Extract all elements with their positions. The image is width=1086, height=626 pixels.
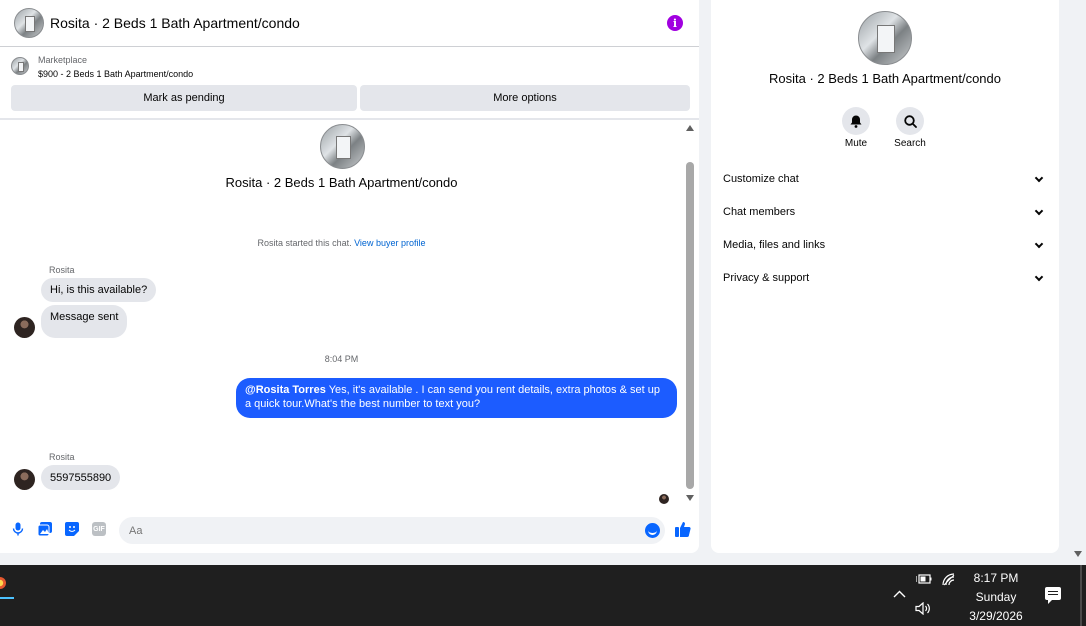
incoming-message[interactable]: Hi, is this available? [41,278,157,302]
incoming-message[interactable]: Message sent [41,305,128,338]
chevron-down-icon [1034,239,1044,248]
marketplace-label: Marketplace [38,55,88,65]
chevron-down-icon [1034,173,1044,182]
section-media-files-links[interactable]: Media, files and links [723,235,1045,255]
scroll-up-arrow-icon[interactable] [686,125,694,131]
chat-started-notice: Rosita started this chat. View buyer pro… [0,238,683,248]
clock-day: Sunday [975,590,1017,604]
incoming-message[interactable]: 5597555890 [41,465,121,490]
sender-name: Rosita [49,265,75,275]
sender-name: Rosita [49,452,75,462]
section-label: Chat members [723,206,796,218]
details-title[interactable]: Rosita · 2 Beds 1 Bath Apartment/condo [711,71,1059,86]
sticker-icon[interactable] [65,522,79,536]
chevron-down-icon [1034,272,1044,281]
emoji-icon[interactable] [645,523,660,538]
browser-app-icon [0,577,6,589]
search-button[interactable]: Search [890,107,930,149]
outgoing-message[interactable]: @Rosita Torres Yes, it's available . I c… [236,378,677,418]
bell-icon[interactable] [842,107,870,135]
message-thread: Rosita · 2 Beds 1 Bath Apartment/condo R… [0,122,683,510]
thread-avatar[interactable] [320,124,365,169]
mention[interactable]: @Rosita Torres [245,384,326,396]
search-icon[interactable] [896,107,924,135]
marketplace-bar: Marketplace $900 - 2 Beds 1 Bath Apartme… [0,48,699,120]
section-label: Media, files and links [723,239,826,251]
chevron-down-icon [1034,206,1044,215]
thread-scrollbar[interactable] [684,122,696,510]
taskbar-app-button[interactable] [0,571,14,599]
chat-panel: Rosita · 2 Beds 1 Bath Apartment/condo i… [0,0,699,553]
mark-as-pending-button[interactable]: Mark as pending [11,85,357,111]
system-clock[interactable]: 8:17 PM Sunday 3/29/2026 [958,569,1034,626]
show-hidden-icons-chevron-icon[interactable] [893,587,906,601]
user-avatar[interactable] [14,317,35,338]
microphone-icon[interactable] [11,522,25,536]
scroll-thumb[interactable] [686,162,694,489]
marketplace-thumbnail[interactable] [11,57,29,75]
gif-label: GIF [92,522,106,536]
mute-label: Mute [844,138,868,149]
section-label: Customize chat [723,173,799,185]
message-timestamp: 8:04 PM [324,354,359,364]
page-scroll-down-arrow-icon[interactable] [1074,551,1082,557]
volume-icon[interactable] [915,601,932,618]
clock-time: 8:17 PM [973,571,1019,585]
composer-bar: GIF [0,512,699,549]
photo-icon[interactable] [38,522,52,536]
network-icon[interactable] [942,573,956,589]
chat-title[interactable]: Rosita · 2 Beds 1 Bath Apartment/condo [50,15,300,31]
view-buyer-profile-link[interactable]: View buyer profile [354,238,425,248]
chat-details-panel: Rosita · 2 Beds 1 Bath Apartment/condo M… [711,0,1059,553]
user-avatar[interactable] [14,469,35,490]
thumbs-up-icon[interactable] [675,521,691,537]
search-label: Search [894,138,926,149]
show-desktop-edge[interactable] [1080,565,1082,626]
scroll-down-arrow-icon[interactable] [686,495,694,501]
details-avatar[interactable] [858,11,912,65]
mute-button[interactable]: Mute [836,107,876,149]
message-input[interactable] [119,517,665,544]
listing-avatar[interactable] [14,8,44,38]
info-icon[interactable]: i [667,15,683,31]
gif-icon[interactable]: GIF [92,522,106,536]
section-customize-chat[interactable]: Customize chat [723,169,1045,189]
marketplace-item-title[interactable]: $900 - 2 Beds 1 Bath Apartment/condo [38,69,193,79]
section-chat-members[interactable]: Chat members [723,202,1045,222]
notification-center-icon[interactable] [1045,587,1061,604]
battery-icon[interactable] [915,573,932,588]
chat-header: Rosita · 2 Beds 1 Bath Apartment/condo i [0,0,699,47]
active-app-indicator [0,597,14,599]
windows-taskbar: 8:17 PM Sunday 3/29/2026 [0,565,1086,626]
section-label: Privacy & support [723,272,810,284]
more-options-button[interactable]: More options [360,85,690,111]
section-privacy-support[interactable]: Privacy & support [723,268,1045,288]
seen-indicator-avatar [659,494,669,504]
clock-date: 3/29/2026 [969,609,1023,623]
thread-title: Rosita · 2 Beds 1 Bath Apartment/condo [225,175,458,190]
chat-started-text: Rosita started this chat. [257,238,352,248]
